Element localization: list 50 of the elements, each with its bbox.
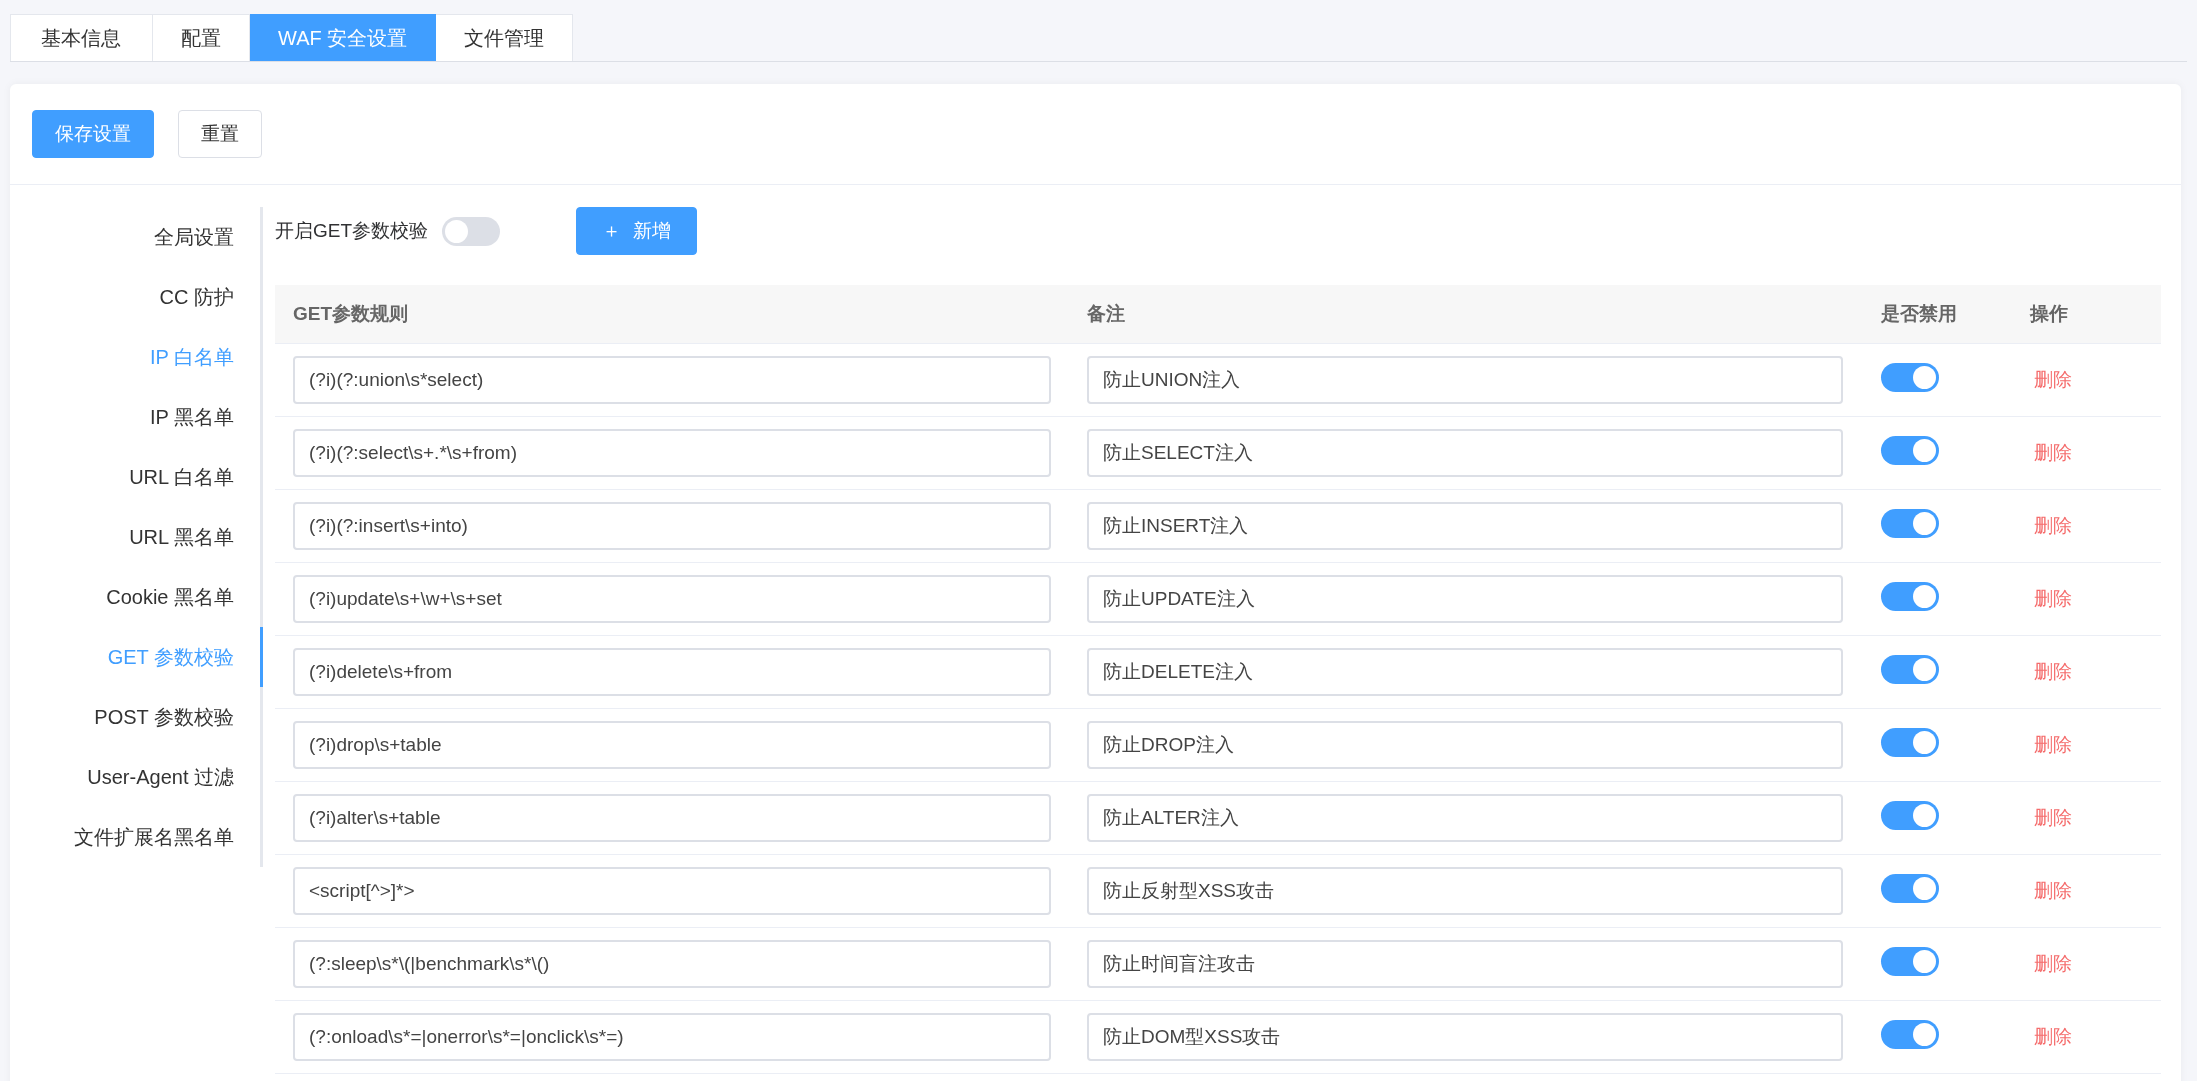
tab[interactable]: 文件管理 [436,14,574,61]
toggle-switch[interactable] [1881,874,1939,903]
side-menu-item[interactable]: User-Agent 过滤 [10,747,263,807]
side-menu-item[interactable]: URL 白名单 [10,447,263,507]
note-input[interactable]: 防止DOM型XSS攻击 [1087,1013,1843,1061]
rule-input[interactable]: (?:sleep\s*\(|benchmark\s*\() [293,940,1051,988]
rule-input[interactable]: (?i)(?:select\s+.*\s+from) [293,429,1051,477]
side-menu-item[interactable]: 文件扩展名黑名单 [10,807,263,867]
toggle-switch[interactable] [1881,728,1939,757]
rule-input[interactable]: (?i)alter\s+table [293,794,1051,842]
note-input[interactable]: 防止反射型XSS攻击 [1087,867,1843,915]
side-menu-item[interactable]: IP 黑名单 [10,387,263,447]
side-menu-item[interactable]: POST 参数校验 [10,687,263,747]
side-menu-item[interactable]: Cookie 黑名单 [10,567,263,627]
side-menu-item[interactable]: URL 黑名单 [10,507,263,567]
rule-input[interactable]: (?i)(?:union\s*select) [293,356,1051,404]
note-input[interactable]: 防止DROP注入 [1087,721,1843,769]
note-input[interactable]: 防止INSERT注入 [1087,502,1843,550]
column-header: GET参数规则 [292,302,410,326]
rule-input[interactable]: (?i)delete\s+from [293,648,1051,696]
reset-button[interactable]: 重置 [178,110,262,158]
plus-icon: ＋ [602,220,622,241]
toggle-switch[interactable] [1881,801,1939,830]
note-input[interactable]: 防止时间盲注攻击 [1087,940,1843,988]
side-menu-item[interactable]: CC 防护 [10,267,263,327]
column-header: 备注 [1086,302,1126,326]
toggle-switch[interactable] [1881,509,1939,538]
enable-label: 开启GET参数校验 [275,219,429,243]
rule-input[interactable]: <script[^>]*> [293,867,1051,915]
note-input[interactable]: 防止ALTER注入 [1087,794,1843,842]
toggle-switch[interactable] [1881,1020,1939,1049]
note-input[interactable]: 防止DELETE注入 [1087,648,1843,696]
rule-input[interactable]: (?i)(?:insert\s+into) [293,502,1051,550]
column-header: 操作 [2028,302,2069,326]
tab[interactable]: 配置 [153,14,250,61]
toggle-switch[interactable] [1881,363,1939,392]
toggle-switch[interactable] [1881,947,1939,976]
tab[interactable]: 基本信息 [10,14,153,61]
toggle-switch[interactable] [1881,655,1939,684]
toggle-switch[interactable] [1881,582,1939,611]
note-input[interactable]: 防止UNION注入 [1087,356,1843,404]
note-input[interactable]: 防止SELECT注入 [1087,429,1843,477]
rule-input[interactable]: (?i)drop\s+table [293,721,1051,769]
column-header: 是否禁用 [1880,302,1958,326]
side-menu-item[interactable]: 全局设置 [10,207,263,267]
rule-input[interactable]: (?i)update\s+\w+\s+set [293,575,1051,623]
toggle-switch[interactable] [1881,436,1939,465]
note-input[interactable]: 防止UPDATE注入 [1087,575,1843,623]
rule-input[interactable]: (?:onload\s*=|onerror\s*=|onclick\s*=) [293,1013,1051,1061]
enable-switch[interactable] [442,216,501,246]
